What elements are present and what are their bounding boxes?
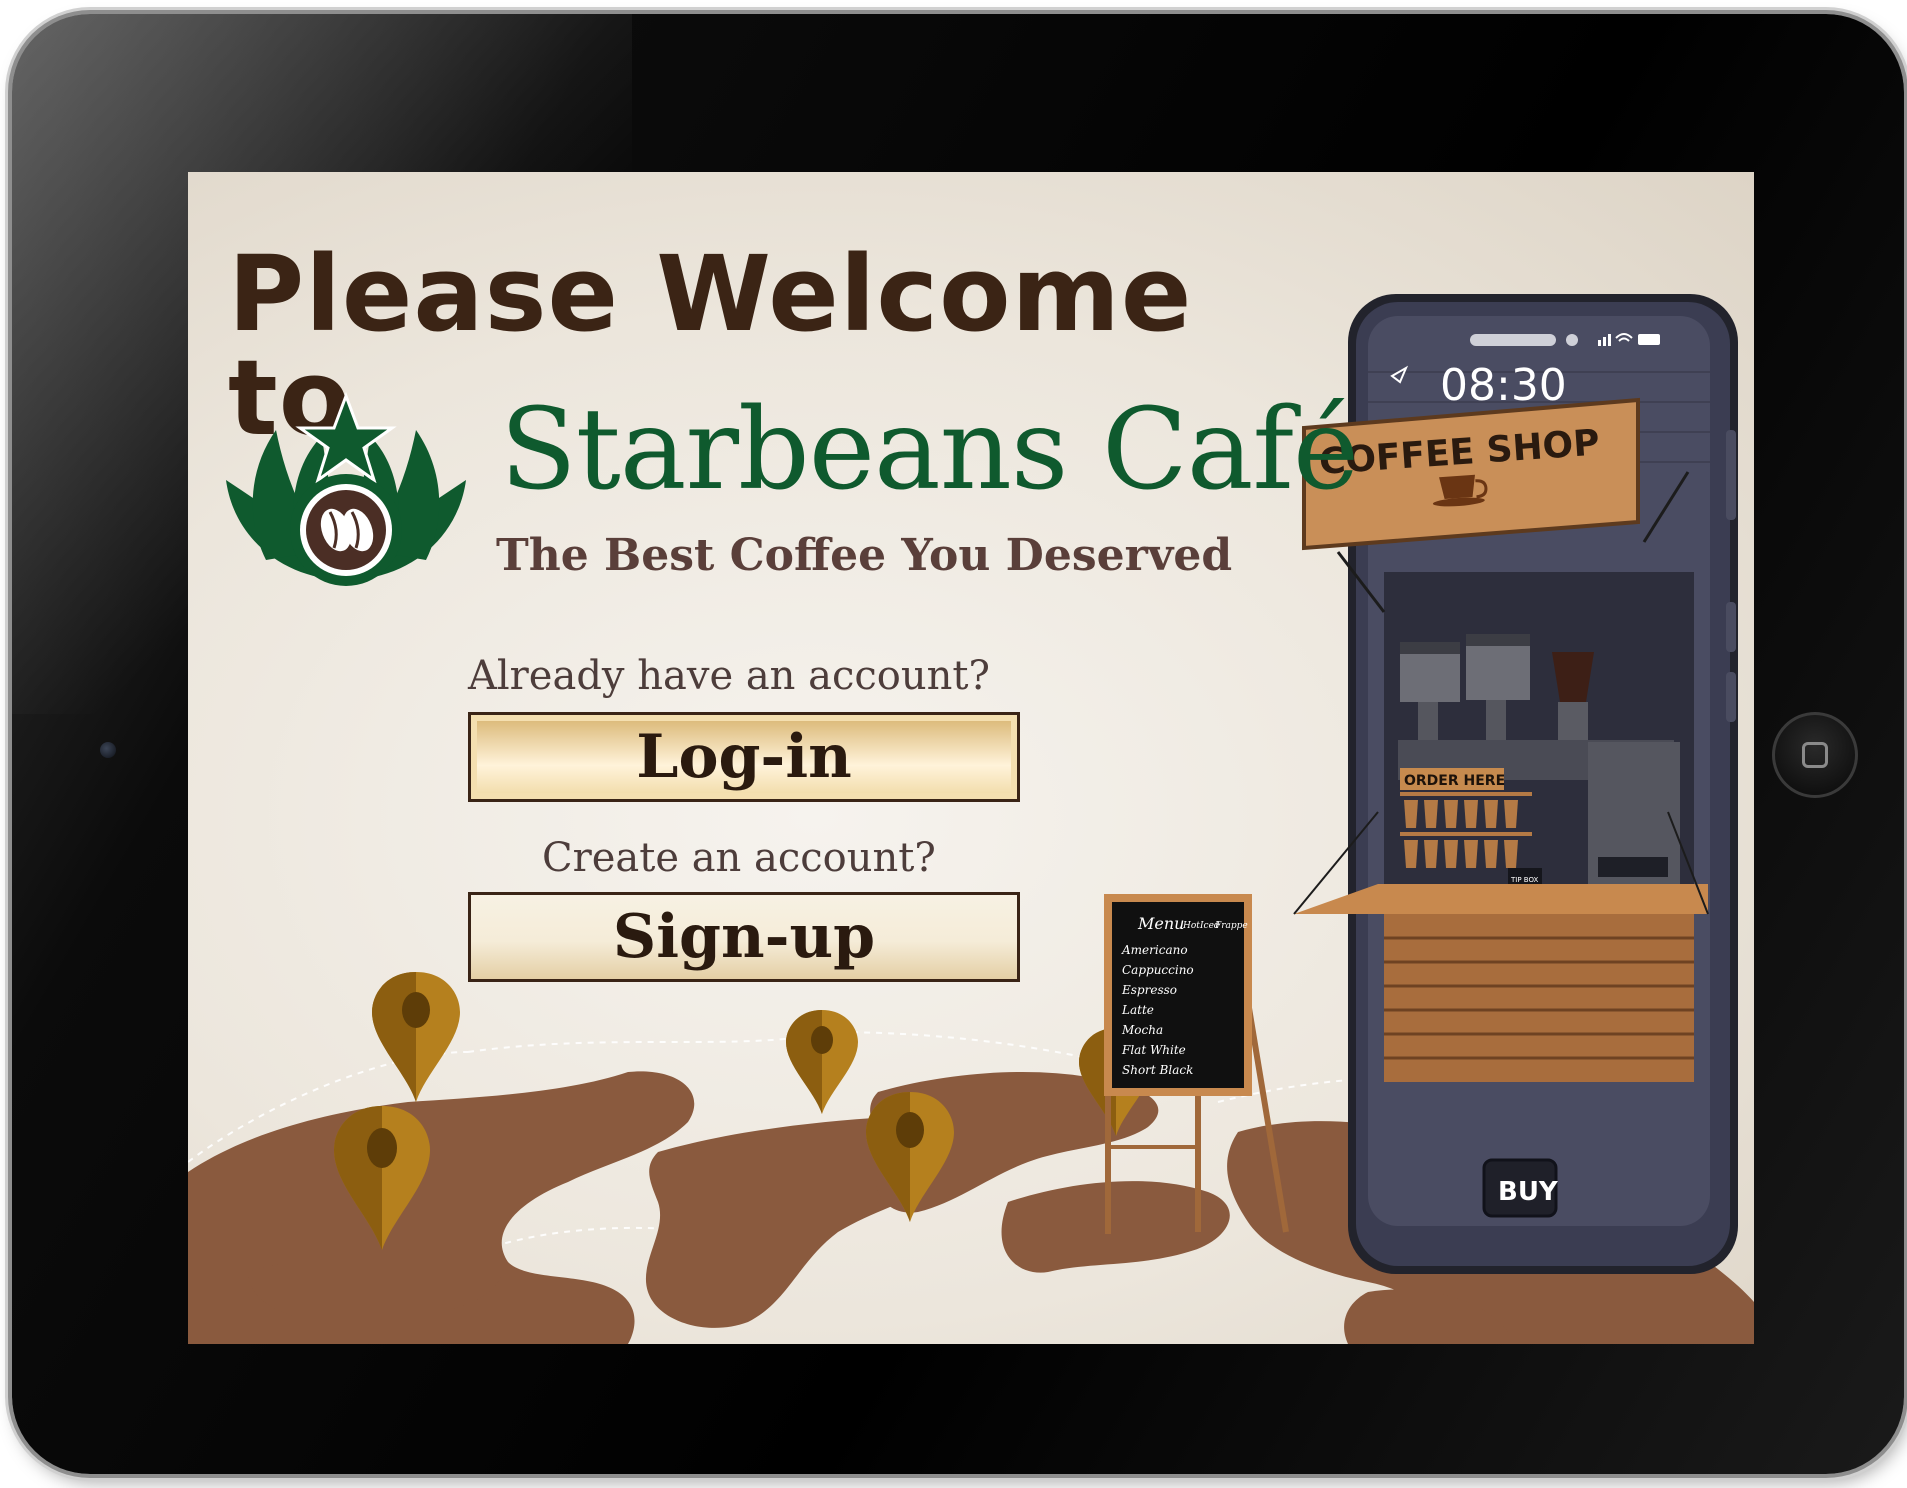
brand-name: Starbeans Café bbox=[500, 385, 1359, 515]
tip-box-label: TIP BOX bbox=[1510, 876, 1539, 884]
menu-col-frappe: Frappe bbox=[1214, 921, 1248, 931]
menu-title: Menu bbox=[1137, 914, 1184, 933]
map-pin-icon bbox=[372, 972, 460, 1102]
phone-kiosk: 08:30 ORDER HERE TIP BOX COFFEE SHOP BUY bbox=[1293, 294, 1738, 1274]
map-pin-icon bbox=[786, 1010, 858, 1114]
tablet-frame: Menu Hot Iced Frappe Americano Cappuccin… bbox=[12, 14, 1904, 1474]
menu-item: Flat White bbox=[1121, 1043, 1186, 1057]
phone-clock: 08:30 bbox=[1440, 360, 1567, 411]
brand-tagline: The Best Coffee You Deserved bbox=[496, 530, 1233, 581]
battery-icon bbox=[1638, 334, 1660, 345]
menu-item: Cappuccino bbox=[1122, 963, 1194, 977]
menu-item: Americano bbox=[1121, 943, 1188, 957]
signup-prompt: Create an account? bbox=[542, 835, 936, 881]
app-screen: Menu Hot Iced Frappe Americano Cappuccin… bbox=[188, 172, 1754, 1344]
home-icon bbox=[1802, 742, 1828, 768]
login-button[interactable]: Log-in bbox=[468, 712, 1020, 802]
menu-item: Espresso bbox=[1121, 983, 1177, 997]
menu-item: Mocha bbox=[1121, 1023, 1163, 1037]
home-button[interactable] bbox=[1772, 712, 1858, 798]
order-here-label: ORDER HERE bbox=[1404, 773, 1505, 789]
menu-item: Latte bbox=[1121, 1003, 1154, 1017]
menu-col-hot: Hot bbox=[1182, 921, 1200, 931]
menu-item: Short Black bbox=[1122, 1063, 1193, 1077]
signup-button[interactable]: Sign-up bbox=[468, 892, 1020, 982]
front-camera bbox=[100, 742, 116, 758]
buy-label: BUY bbox=[1498, 1177, 1559, 1207]
starbeans-logo bbox=[226, 391, 466, 586]
counter-shutter bbox=[1384, 914, 1694, 1082]
login-prompt: Already have an account? bbox=[468, 653, 990, 699]
speaker-slot bbox=[1470, 334, 1556, 346]
